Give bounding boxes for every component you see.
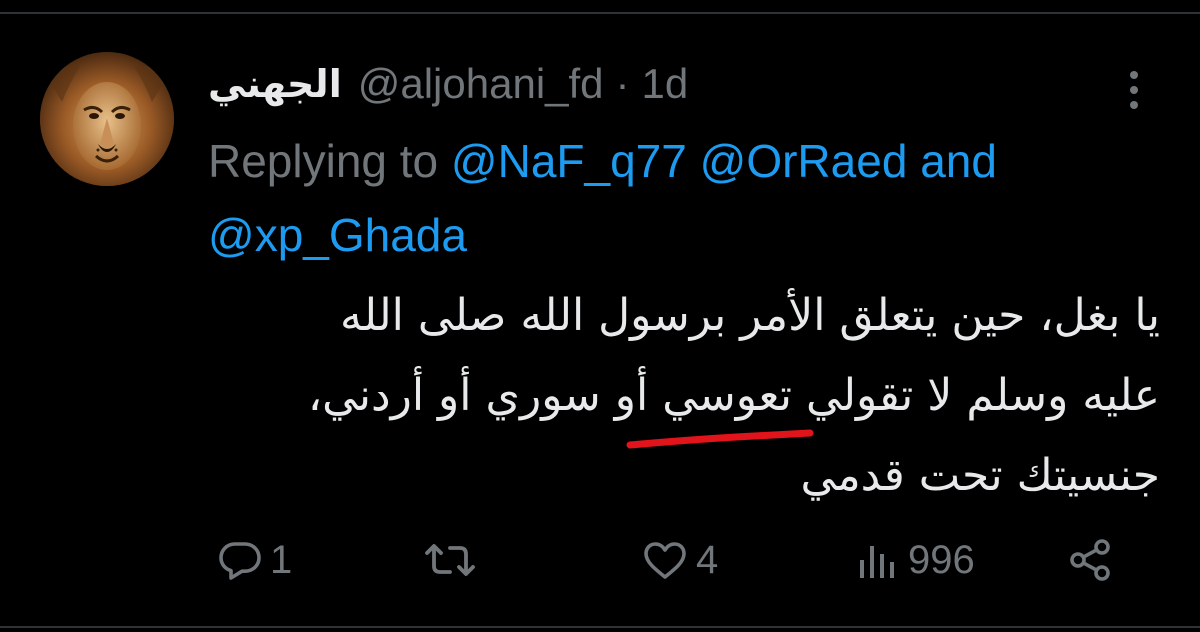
reply-count: 1 — [270, 537, 293, 582]
tweet-text-line: عليه وسلم لا تقولي تعوسي أو سوري أو أردن… — [307, 370, 1160, 421]
red-underline-mark — [626, 429, 814, 449]
tweet-timestamp[interactable]: 1d — [642, 60, 689, 108]
tweet-text: يا بغل، حين يتعلق الأمر برسول الله صلى ا… — [240, 276, 1160, 516]
replying-prefix: Replying to — [208, 135, 439, 187]
tweet-card[interactable]: الجهني @aljohani_fd · 1d Replying to @Na… — [0, 0, 1200, 632]
retweet-icon — [425, 544, 475, 576]
lion-avatar-icon — [40, 52, 174, 186]
tweet-header: الجهني @aljohani_fd · 1d — [208, 56, 688, 112]
more-dot — [1130, 71, 1138, 79]
user-handle[interactable]: @aljohani_fd — [358, 60, 604, 108]
share-icon — [1070, 539, 1110, 581]
share-button[interactable] — [1066, 530, 1114, 590]
reply-icon — [219, 542, 261, 580]
like-button[interactable]: 4 — [640, 530, 718, 590]
mention-link[interactable]: @xp_Ghada — [208, 209, 467, 261]
views-button[interactable]: 996 — [854, 530, 975, 590]
bottom-divider — [0, 626, 1200, 628]
tweet-actions: 1 4 996 — [208, 530, 1128, 590]
more-options-button[interactable] — [1116, 60, 1152, 120]
mention-link[interactable]: @OrRaed — [700, 135, 908, 187]
views-count: 996 — [908, 537, 975, 582]
retweet-button[interactable] — [424, 530, 482, 590]
header-separator: · — [615, 60, 630, 107]
mention-link[interactable]: @NaF_q77 — [451, 135, 687, 187]
like-count: 4 — [696, 537, 719, 582]
display-name[interactable]: الجهني — [208, 62, 342, 106]
avatar[interactable] — [40, 52, 174, 186]
replying-to: Replying to @NaF_q77 @OrRaed and @xp_Gha… — [208, 124, 1168, 272]
views-icon — [860, 546, 894, 578]
heart-icon — [644, 542, 686, 579]
top-divider — [0, 12, 1200, 14]
more-dot — [1130, 101, 1138, 109]
more-dot — [1130, 86, 1138, 94]
tweet-text-line: يا بغل، حين يتعلق الأمر برسول الله صلى ا… — [340, 290, 1160, 341]
mention-joiner[interactable]: and — [920, 135, 997, 187]
reply-button[interactable]: 1 — [216, 530, 292, 590]
